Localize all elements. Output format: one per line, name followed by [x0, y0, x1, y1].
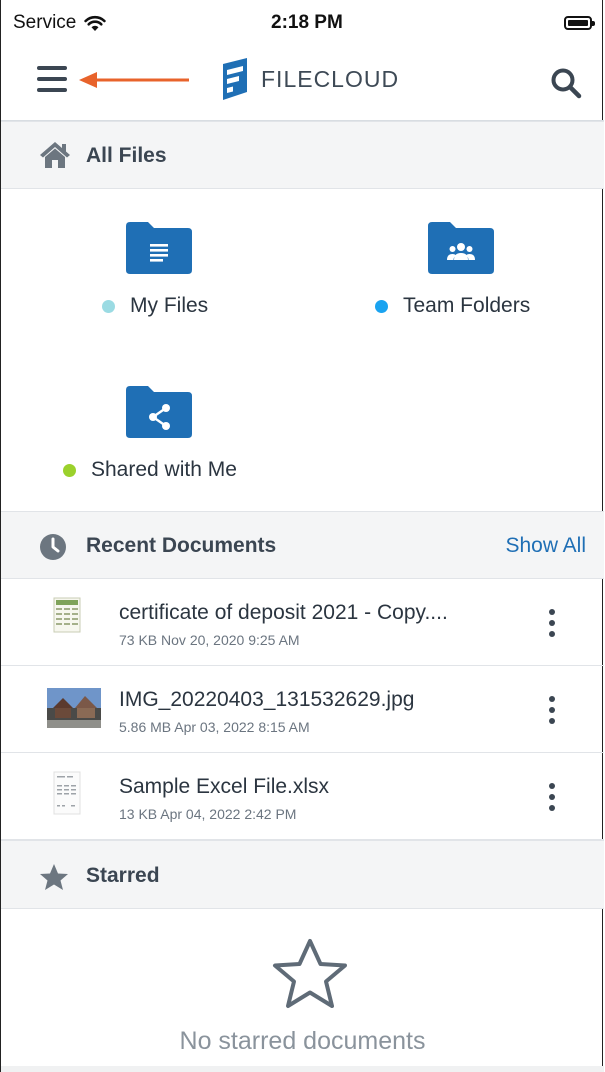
- empty-star-icon: [273, 939, 347, 1008]
- shared-with-me-label: Shared with Me: [91, 458, 237, 481]
- shared-with-me-label-row[interactable]: Shared with Me: [63, 458, 237, 482]
- star-icon: [40, 864, 68, 890]
- empty-starred-message: No starred documents: [179, 1027, 426, 1055]
- carrier-label: Service: [13, 12, 77, 33]
- team-folders-dot: [375, 299, 388, 313]
- more-options-button[interactable]: [541, 694, 563, 726]
- filecloud-logo-icon: [223, 58, 247, 100]
- recent-doc-row[interactable]: Sample Excel File.xlsx 13 KB Apr 04, 202…: [1, 753, 604, 840]
- wifi-icon: [84, 15, 107, 31]
- search-icon: [551, 68, 582, 99]
- doc-name: IMG_20220403_131532629.jpg: [119, 688, 415, 711]
- status-bar: Service 2:18 PM: [1, 0, 604, 46]
- hamburger-menu-button[interactable]: [37, 66, 67, 92]
- status-left: Service: [13, 12, 107, 34]
- recent-documents-title: Recent Documents: [86, 534, 277, 557]
- documents-folder-icon: [126, 222, 192, 274]
- photo-thumbnail-icon: [47, 688, 101, 728]
- excel-thumbnail-icon: [53, 771, 81, 815]
- starred-title: Starred: [86, 864, 160, 887]
- clock-icon: [40, 534, 66, 560]
- my-files-label: My Files: [130, 294, 209, 317]
- my-files-folder[interactable]: [126, 222, 192, 274]
- app-frame: Service 2:18 PM FILECLOUD All Files My F…: [0, 0, 604, 1072]
- status-time: 2:18 PM: [271, 12, 343, 33]
- shared-with-me-dot: [63, 463, 76, 477]
- brand-name: FILECLOUD: [261, 65, 400, 92]
- doc-name: certificate of deposit 2021 - Copy....: [119, 601, 448, 624]
- recent-documents-header: Recent Documents Show All: [1, 511, 604, 579]
- bottom-divider: [1, 1066, 604, 1072]
- spreadsheet-thumbnail-icon: [53, 597, 81, 633]
- starred-header: Starred: [1, 840, 604, 909]
- recent-doc-row[interactable]: IMG_20220403_131532629.jpg 5.86 MB Apr 0…: [1, 666, 604, 753]
- my-files-label-row[interactable]: My Files: [102, 294, 208, 318]
- my-files-dot: [102, 299, 115, 313]
- all-files-title: All Files: [86, 144, 167, 167]
- top-app-bar: FILECLOUD: [1, 46, 604, 121]
- more-options-button[interactable]: [541, 781, 563, 813]
- team-folders-label: Team Folders: [403, 294, 531, 317]
- battery-icon: [564, 16, 595, 30]
- doc-name: Sample Excel File.xlsx: [119, 775, 330, 798]
- all-files-header[interactable]: All Files: [1, 121, 604, 189]
- shared-folder-icon: [126, 386, 192, 438]
- doc-meta: 73 KB Nov 20, 2020 9:25 AM: [119, 632, 300, 648]
- more-options-button[interactable]: [541, 607, 563, 639]
- search-button[interactable]: [549, 66, 583, 100]
- filecloud-logo: FILECLOUD: [219, 56, 399, 102]
- recent-doc-row[interactable]: certificate of deposit 2021 - Copy.... 7…: [1, 579, 604, 666]
- team-folders-label-row[interactable]: Team Folders: [375, 294, 530, 318]
- team-folders-folder[interactable]: [428, 222, 494, 274]
- doc-meta: 13 KB Apr 04, 2022 2:42 PM: [119, 806, 297, 822]
- doc-meta: 5.86 MB Apr 03, 2022 8:15 AM: [119, 719, 310, 735]
- show-all-link[interactable]: Show All: [505, 534, 586, 558]
- arrow-annotation-icon: [79, 72, 189, 88]
- shared-with-me-folder[interactable]: [126, 386, 192, 438]
- home-icon: [40, 142, 70, 168]
- team-folder-icon: [428, 222, 494, 274]
